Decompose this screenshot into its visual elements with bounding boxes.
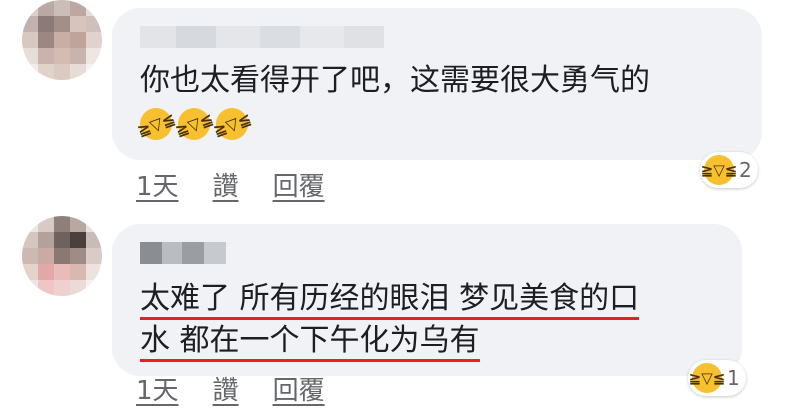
rolling-laughing-icon: ≧▽≦ [172,103,216,145]
reply-button[interactable]: 回覆 [273,166,325,203]
timestamp-link[interactable]: 1天 [136,370,179,407]
laughing-face-icon: ≧▽≦ [701,155,737,185]
author-name-blurred[interactable] [140,26,384,48]
avatar-blurred[interactable] [22,0,102,80]
comment-actions: 1天 讚 回覆 [136,166,325,203]
comment-text-line: 水 都在一个下午化为乌有 [140,320,639,362]
comment-text: 你也太看得开了吧，这需要很大勇气的 [140,60,650,102]
highlighted-text: 太难了 所有历经的眼泪 梦见美食的口 [140,281,640,320]
comment-text-line: 你也太看得开了吧，这需要很大勇气的 [140,63,650,98]
comment-text-line: 太难了 所有历经的眼泪 梦见美食的口 [140,278,640,320]
reaction-summary[interactable]: ≧▽≦ 1 [688,360,746,396]
comment-bubble: 你也太看得开了吧，这需要很大勇气的 ≧▽≦ ≧▽≦ ≧▽≦ [112,8,762,160]
timestamp-link[interactable]: 1天 [136,166,179,203]
like-button[interactable]: 讚 [213,370,239,407]
emoji-row: ≧▽≦ ≧▽≦ ≧▽≦ [134,103,254,145]
comment-bubble: 太难了 所有历经的眼泪 梦见美食的口 水 都在一个下午化为乌有 [112,224,742,376]
comment-text: 太难了 所有历经的眼泪 梦见美食的口 水 都在一个下午化为乌有 [140,278,640,362]
avatar-blurred[interactable] [22,216,102,296]
reaction-count: 1 [727,366,740,390]
like-button[interactable]: 讚 [213,166,239,203]
comment-2: 太难了 所有历经的眼泪 梦见美食的口 水 都在一个下午化为乌有 ≧▽≦ 1 1天… [0,208,800,411]
highlighted-text: 水 都在一个下午化为乌有 [140,323,480,362]
rolling-laughing-icon: ≧▽≦ [210,103,254,145]
comment-1: 你也太看得开了吧，这需要很大勇气的 ≧▽≦ ≧▽≦ ≧▽≦ ≧▽≦ 2 1天 讚… [0,0,800,205]
comment-actions: 1天 讚 回覆 [136,370,325,407]
rolling-laughing-icon: ≧▽≦ [134,103,178,145]
reply-button[interactable]: 回覆 [273,370,325,407]
laughing-face-icon: ≧▽≦ [689,363,725,393]
author-name-blurred[interactable] [140,242,226,264]
reaction-count: 2 [739,158,752,182]
reaction-summary[interactable]: ≧▽≦ 2 [700,152,758,188]
